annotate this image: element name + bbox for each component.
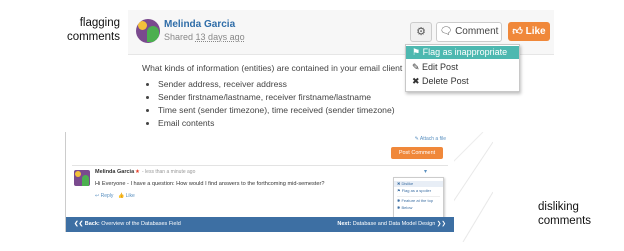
comment-options-menu: ✖ Dislike ⚑ Flag as a spoiler ✱ Feature … — [393, 177, 444, 220]
comment-text: Hi Everyone - I have a question: How wou… — [95, 181, 325, 187]
like-label: Like — [525, 26, 546, 37]
post-author[interactable]: Melinda Garcia — [164, 19, 235, 30]
list-item: Sender address, receiver address — [158, 78, 395, 91]
shared-timestamp: Shared 13 days ago — [164, 32, 245, 42]
menu-item-below[interactable]: ✱ Below — [394, 205, 443, 211]
like-link[interactable]: 👍 Like — [118, 193, 135, 199]
comment-timestamp: - less than a minute ago — [142, 169, 196, 175]
menu-label: Edit Post — [422, 62, 459, 72]
thumbs-up-icon: 👍︎ — [512, 26, 523, 37]
menu-item-dislike[interactable]: ✖ Dislike — [394, 181, 443, 187]
post-question: What kinds of information (entities) are… — [142, 63, 427, 73]
menu-item-flag-inappropriate[interactable]: ⚑ Flag as inappropriate — [406, 46, 519, 59]
disliking-comments-caption: disliking comments — [538, 201, 592, 227]
speech-bubble-icon: 🗨︎ — [439, 26, 453, 37]
back-prefix: ❮❮ Back: — [74, 221, 100, 227]
menu-label: Flag as inappropriate — [422, 47, 508, 57]
menu-item-edit-post[interactable]: ✎ Edit Post — [406, 61, 519, 74]
next-prefix: Next: — [337, 221, 352, 227]
attach-file-link[interactable]: ✎ Attach a file — [415, 136, 446, 142]
next-link[interactable]: Next: Database and Data Model Design ❯❯ — [337, 217, 446, 232]
flag-icon: ⚑ — [412, 47, 423, 57]
avatar[interactable] — [136, 19, 160, 43]
comment-label: Comment — [455, 26, 499, 37]
post-comment-button[interactable]: Post Comment — [391, 147, 443, 159]
post-bullet-list: Sender address, receiver address Sender … — [146, 78, 395, 130]
post-options-menu: ⚑ Flag as inappropriate ✎ Edit Post ✖ De… — [405, 44, 520, 92]
next-label: Database and Data Model Design ❯❯ — [352, 221, 446, 227]
avatar[interactable] — [74, 170, 90, 186]
gear-icon[interactable]: ⚙ — [410, 22, 432, 42]
menu-item-feature-top[interactable]: ✱ Feature at the top — [394, 198, 443, 204]
edit-icon: ✎ — [412, 62, 423, 72]
background-pattern — [453, 132, 493, 242]
shared-time: 13 days ago — [195, 32, 245, 42]
chevron-down-icon[interactable]: ▾ — [424, 168, 427, 175]
menu-label: Delete Post — [422, 76, 469, 86]
divider — [397, 195, 440, 197]
close-icon: ✖ — [412, 76, 423, 86]
comment-button[interactable]: 🗨︎ Comment — [436, 22, 502, 42]
course-nav-bar: ❮❮ Back: Overview of the Databases Field… — [66, 217, 454, 232]
flagging-comments-caption: flagging comments — [66, 17, 120, 43]
menu-item-flag-spoiler[interactable]: ⚑ Flag as a spoiler — [394, 188, 443, 194]
back-label: Overview of the Databases Field — [101, 221, 181, 227]
list-item: Time sent (sender timezone), time receiv… — [158, 104, 395, 117]
star-icon: ★ — [135, 169, 140, 175]
menu-item-delete-post[interactable]: ✖ Delete Post — [406, 75, 519, 88]
shared-prefix: Shared — [164, 32, 194, 42]
like-button[interactable]: 👍︎ Like — [508, 22, 550, 41]
list-item: Sender firstname/lastname, receiver firs… — [158, 91, 395, 104]
list-item: Email contents — [158, 117, 395, 130]
divider — [72, 165, 448, 166]
reply-link[interactable]: ↩ Reply — [95, 193, 113, 199]
bottom-post-panel: ✎ Attach a file Post Comment Melinda Gar… — [65, 132, 454, 232]
back-link[interactable]: ❮❮ Back: Overview of the Databases Field — [74, 217, 181, 232]
comment-author[interactable]: Melinda Garcia — [95, 169, 134, 175]
